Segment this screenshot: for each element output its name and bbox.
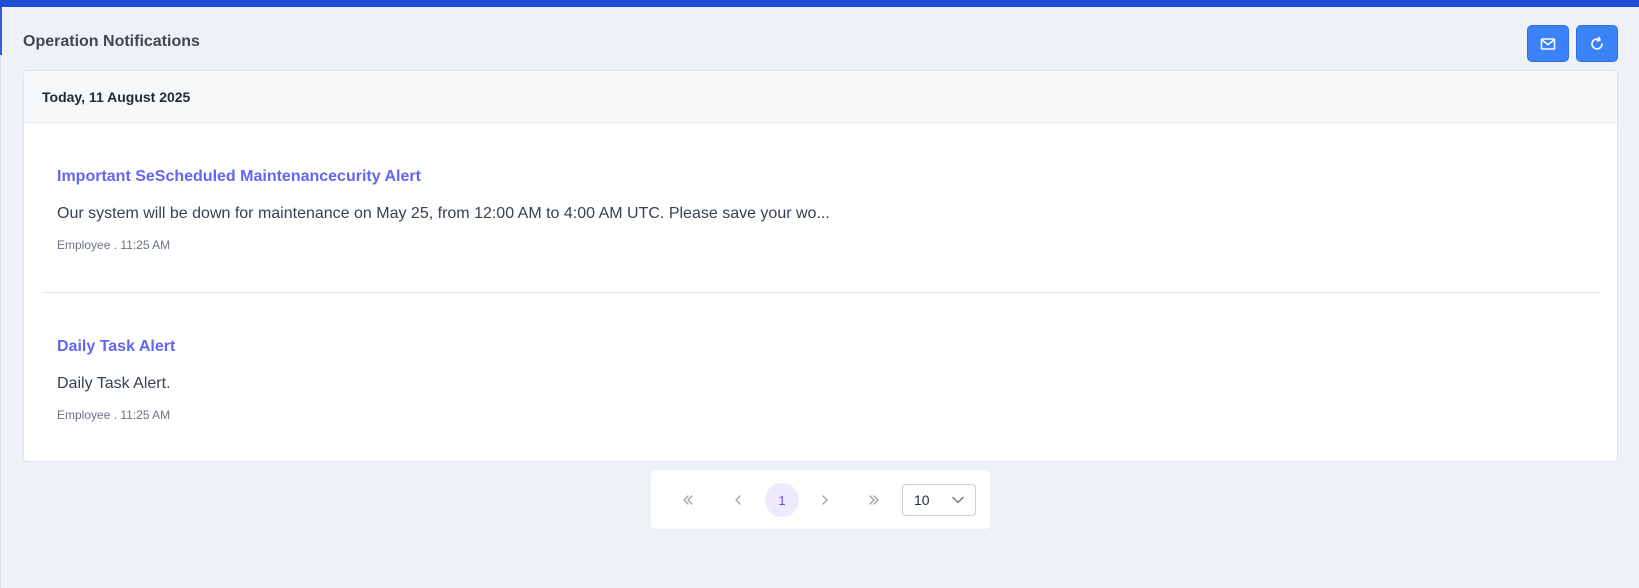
left-border	[0, 55, 1, 588]
top-accent-bar	[0, 0, 1639, 7]
pagination: 1 10	[651, 470, 990, 529]
first-page-button[interactable]	[671, 483, 705, 517]
left-accent-edge	[0, 7, 2, 55]
page-title: Operation Notifications	[23, 33, 200, 50]
notifications-card: Today, 11 August 2025 Important SeSchedu…	[23, 70, 1618, 462]
page-size-value: 10	[914, 492, 930, 508]
notification-item[interactable]: Daily Task Alert Daily Task Alert. Emplo…	[57, 338, 175, 422]
double-chevron-right-icon	[869, 495, 879, 505]
date-heading: Today, 11 August 2025	[42, 89, 191, 105]
notification-body: Our system will be down for maintenance …	[57, 205, 830, 222]
notification-item[interactable]: Important SeScheduled Maintenancecurity …	[57, 168, 830, 252]
notification-title[interactable]: Important SeScheduled Maintenancecurity …	[57, 168, 830, 186]
notification-meta: Employee . 11:25 AM	[57, 408, 171, 422]
double-chevron-left-icon	[683, 495, 693, 505]
refresh-icon	[1591, 36, 1603, 50]
page-size-select[interactable]: 10	[902, 484, 976, 516]
date-group-header: Today, 11 August 2025	[24, 71, 1617, 123]
divider	[42, 292, 1599, 293]
prev-page-button[interactable]	[721, 483, 755, 517]
last-page-button[interactable]	[857, 483, 891, 517]
chevron-left-icon	[735, 495, 741, 505]
next-page-button[interactable]	[808, 483, 842, 517]
page-number-button[interactable]: 1	[765, 483, 799, 517]
notification-body: Daily Task Alert.	[57, 375, 171, 392]
refresh-button[interactable]	[1576, 25, 1618, 62]
chevron-down-icon	[952, 496, 964, 504]
notification-title[interactable]: Daily Task Alert	[57, 338, 175, 356]
notification-meta: Employee . 11:25 AM	[57, 238, 171, 252]
mail-button[interactable]	[1527, 25, 1569, 62]
chevron-right-icon	[822, 495, 828, 505]
mail-icon	[1540, 37, 1556, 50]
